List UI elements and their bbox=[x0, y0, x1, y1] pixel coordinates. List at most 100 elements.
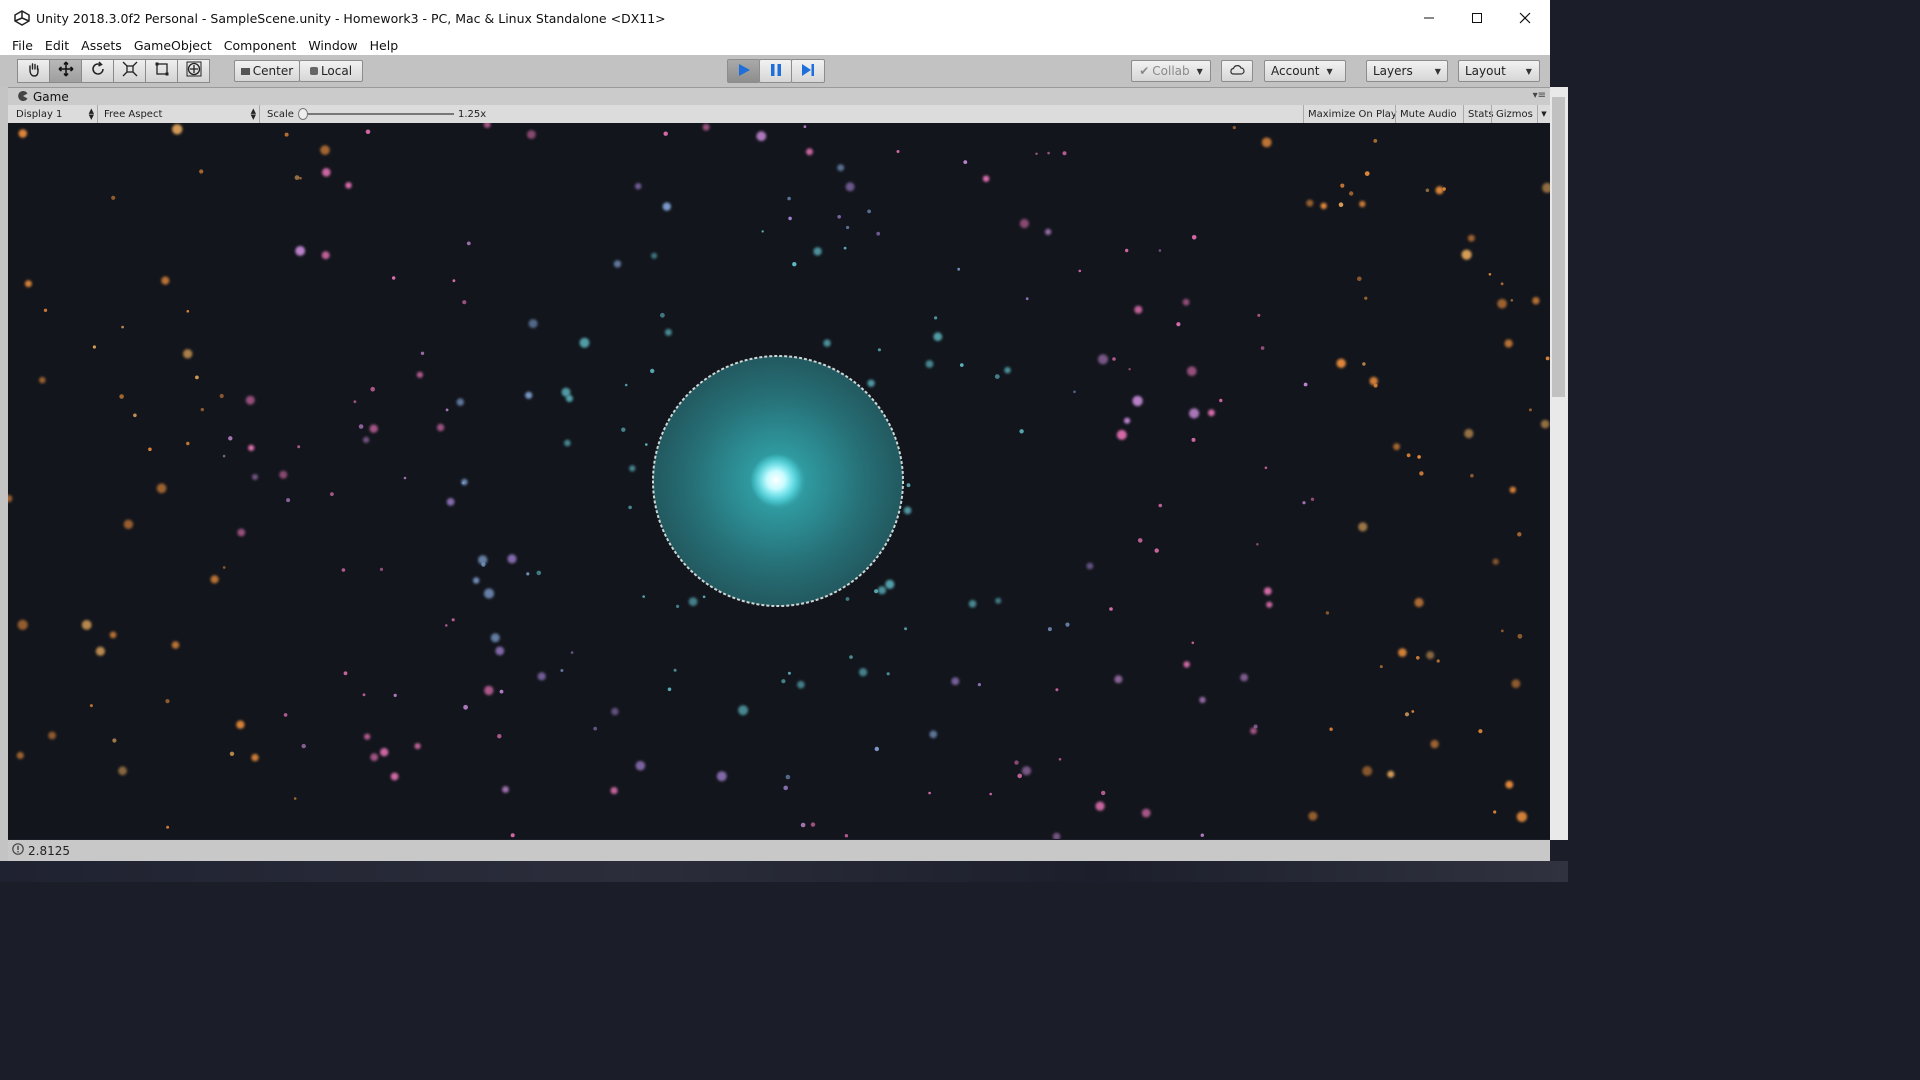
hand-icon bbox=[26, 61, 42, 81]
game-tab-header: Game ▾≡ bbox=[8, 88, 1550, 105]
particle bbox=[877, 586, 887, 595]
pacman-icon bbox=[18, 90, 28, 104]
particle bbox=[785, 774, 791, 780]
pivot-center-button[interactable]: Center bbox=[234, 60, 300, 82]
scale-slider[interactable] bbox=[298, 105, 454, 123]
game-tab[interactable]: Game bbox=[8, 90, 69, 104]
particle bbox=[229, 751, 235, 756]
particle bbox=[1019, 429, 1024, 434]
particle bbox=[738, 705, 749, 716]
particle bbox=[989, 792, 992, 796]
particle bbox=[629, 465, 636, 472]
particle bbox=[1364, 171, 1370, 176]
particle bbox=[502, 786, 509, 793]
maximize-on-play-toggle[interactable]: Maximize On Play bbox=[1303, 105, 1401, 123]
particle bbox=[846, 225, 850, 230]
move-icon bbox=[58, 61, 74, 81]
particle bbox=[1540, 419, 1550, 429]
particle bbox=[896, 150, 900, 153]
vertical-scrollbar[interactable] bbox=[1550, 87, 1568, 840]
particle bbox=[1532, 297, 1540, 305]
particle bbox=[341, 568, 346, 572]
menu-gameobject[interactable]: GameObject bbox=[128, 36, 218, 55]
window-frame bbox=[0, 87, 8, 861]
hand-tool-button[interactable] bbox=[17, 59, 50, 83]
layers-dropdown[interactable]: Layers ▼ bbox=[1366, 60, 1448, 82]
display-dropdown[interactable]: Display 1 ▲ ▼ bbox=[8, 105, 98, 123]
particle bbox=[1419, 471, 1424, 476]
chevron-down-icon: ▼ bbox=[1326, 66, 1333, 76]
particle-scene bbox=[8, 123, 1550, 839]
particle bbox=[667, 687, 672, 692]
cloud-button[interactable] bbox=[1221, 60, 1253, 82]
particle bbox=[284, 132, 289, 137]
particle bbox=[1256, 543, 1259, 546]
particle bbox=[1404, 712, 1410, 717]
scrollbar-thumb[interactable] bbox=[1552, 97, 1565, 397]
particle bbox=[635, 183, 642, 190]
particle bbox=[957, 267, 961, 271]
menu-help[interactable]: Help bbox=[364, 36, 405, 55]
particle bbox=[876, 231, 881, 236]
pivot-local-button[interactable]: Local bbox=[299, 60, 363, 82]
rotate-tool-button[interactable] bbox=[81, 59, 114, 83]
particle bbox=[1398, 648, 1407, 657]
particle bbox=[414, 743, 421, 750]
menu-file[interactable]: File bbox=[0, 36, 39, 55]
particle bbox=[874, 589, 879, 594]
particle bbox=[1336, 358, 1346, 368]
particle bbox=[904, 627, 908, 631]
particle bbox=[186, 310, 190, 313]
particle bbox=[624, 383, 628, 387]
minimize-button[interactable] bbox=[1406, 0, 1452, 36]
particle bbox=[358, 424, 364, 429]
desktop-background-strip bbox=[0, 861, 1568, 882]
scale-slider-thumb[interactable] bbox=[298, 108, 308, 120]
step-button[interactable] bbox=[791, 59, 825, 83]
particle bbox=[1141, 808, 1151, 818]
rect-tool-button[interactable] bbox=[145, 59, 178, 83]
play-button[interactable] bbox=[727, 59, 760, 83]
menu-window[interactable]: Window bbox=[302, 36, 363, 55]
aspect-dropdown[interactable]: Free Aspect ▲ ▼ bbox=[98, 105, 260, 123]
mute-audio-toggle[interactable]: Mute Audio bbox=[1395, 105, 1461, 123]
status-message: 2.8125 bbox=[28, 843, 70, 858]
particle bbox=[1112, 357, 1116, 361]
particle bbox=[403, 476, 407, 480]
menu-assets[interactable]: Assets bbox=[75, 36, 128, 55]
menu-edit[interactable]: Edit bbox=[39, 36, 75, 55]
particle bbox=[293, 797, 297, 800]
particle bbox=[797, 680, 805, 689]
transform-tool-button[interactable] bbox=[177, 59, 210, 83]
move-tool-button[interactable] bbox=[49, 59, 82, 83]
layout-dropdown[interactable]: Layout ▼ bbox=[1458, 60, 1540, 82]
particle bbox=[676, 604, 680, 608]
particle bbox=[886, 672, 890, 676]
particle bbox=[16, 751, 24, 760]
aspect-value: Free Aspect bbox=[104, 108, 163, 120]
chevron-down-icon[interactable]: ▼ bbox=[1537, 105, 1550, 123]
particle bbox=[1302, 501, 1306, 505]
collab-dropdown[interactable]: ✔ Collab ▼ bbox=[1131, 60, 1211, 82]
particle bbox=[662, 202, 671, 211]
particle bbox=[610, 787, 618, 795]
particle bbox=[497, 734, 502, 739]
particle bbox=[1349, 191, 1354, 196]
particle bbox=[186, 441, 190, 446]
scale-tool-button[interactable] bbox=[113, 59, 146, 83]
account-dropdown[interactable]: Account ▼ bbox=[1264, 60, 1346, 82]
cloud-icon bbox=[1229, 64, 1245, 79]
layers-label: Layers bbox=[1373, 64, 1413, 78]
particle bbox=[1358, 522, 1368, 532]
particle bbox=[664, 328, 672, 336]
chevron-down-icon: ▼ bbox=[1196, 66, 1203, 76]
panel-menu-icon[interactable]: ▾≡ bbox=[1533, 90, 1546, 101]
close-button[interactable] bbox=[1502, 0, 1548, 36]
particle bbox=[1497, 298, 1507, 309]
menu-component[interactable]: Component bbox=[218, 36, 303, 55]
maximize-button[interactable] bbox=[1454, 0, 1500, 36]
gizmos-dropdown[interactable]: Gizmos bbox=[1491, 105, 1537, 123]
pause-button[interactable] bbox=[759, 59, 792, 83]
particle bbox=[806, 148, 813, 156]
game-viewport[interactable] bbox=[8, 123, 1550, 839]
